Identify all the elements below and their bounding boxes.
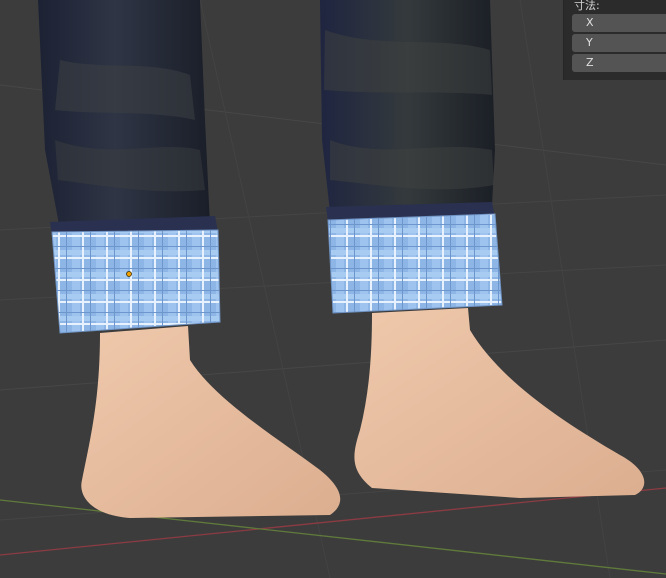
- dimension-z-field[interactable]: Z: [572, 54, 666, 72]
- dimension-x-label: X: [586, 16, 594, 29]
- dimension-z-label: Z: [586, 56, 594, 69]
- scene-render[interactable]: [0, 0, 666, 578]
- dimension-y-label: Y: [586, 36, 593, 49]
- dimensions-panel-title: 寸法:: [574, 0, 600, 12]
- dimension-y-field[interactable]: Y: [572, 34, 666, 52]
- 3d-viewport[interactable]: 寸法: X Y Z: [0, 0, 666, 578]
- dimension-x-field[interactable]: X: [572, 14, 666, 32]
- left-leg: [38, 0, 341, 518]
- dimensions-panel: 寸法: X Y Z: [563, 0, 666, 80]
- origin-point: [126, 271, 132, 277]
